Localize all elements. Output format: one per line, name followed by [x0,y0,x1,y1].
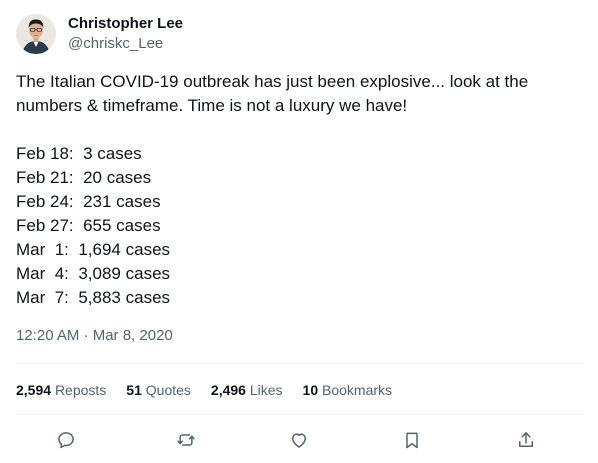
quotes-count: 51 [126,382,142,398]
like-button[interactable] [242,425,355,455]
bookmarks-label: Bookmarks [322,382,393,398]
author-display-name[interactable]: Christopher Lee [68,14,183,34]
divider-bottom [16,414,582,415]
quotes-label: Quotes [145,382,191,398]
action-bar [16,425,582,455]
reposts-stat[interactable]: 2,594 Reposts [16,380,106,400]
bookmarks-count: 10 [302,382,319,398]
reposts-count: 2,594 [16,382,52,398]
bookmarks-stat[interactable]: 10 Bookmarks [303,380,393,400]
repost-button[interactable] [129,425,242,455]
tweet-intro: The Italian COVID-19 outbreak has just b… [16,72,529,115]
quotes-stat[interactable]: 51 Quotes [126,380,191,400]
likes-label: Likes [249,382,283,398]
reply-button[interactable] [16,425,129,455]
author-names: Christopher Lee @chriskc_Lee [68,14,183,54]
share-button[interactable] [469,425,582,455]
reply-icon [58,432,74,449]
share-icon [519,432,534,447]
tweet-card: Christopher Lee @chriskc_Lee The Italian… [0,0,598,463]
case-line: Feb 18: 3 cases [16,144,142,163]
reposts-label: Reposts [54,382,107,398]
case-line: Feb 21: 20 cases [16,168,152,187]
divider-top [16,363,582,364]
tweet-text: The Italian COVID-19 outbreak has just b… [16,70,582,310]
bookmark-icon [406,432,418,449]
repost-icon [177,434,195,446]
case-line: Feb 27: 655 cases [16,216,161,235]
bookmark-button[interactable] [356,425,469,455]
author-handle[interactable]: @chriskc_Lee [68,34,183,54]
likes-count: 2,496 [210,382,246,398]
case-line: Mar 4: 3,089 cases [16,264,171,283]
likes-stat[interactable]: 2,496 Likes [211,380,283,400]
case-line: Mar 7: 5,883 cases [16,288,171,307]
case-line: Mar 1: 1,694 cases [16,240,171,259]
avatar[interactable] [16,14,56,54]
like-icon [291,433,306,448]
case-line: Feb 24: 231 cases [16,192,161,211]
tweet-timestamp[interactable]: 12:20 AM · Mar 8, 2020 [16,326,173,346]
tweet-header: Christopher Lee @chriskc_Lee [16,12,183,56]
engagement-stats: 2,594 Reposts 51 Quotes 2,496 Likes 10 B… [16,380,412,400]
